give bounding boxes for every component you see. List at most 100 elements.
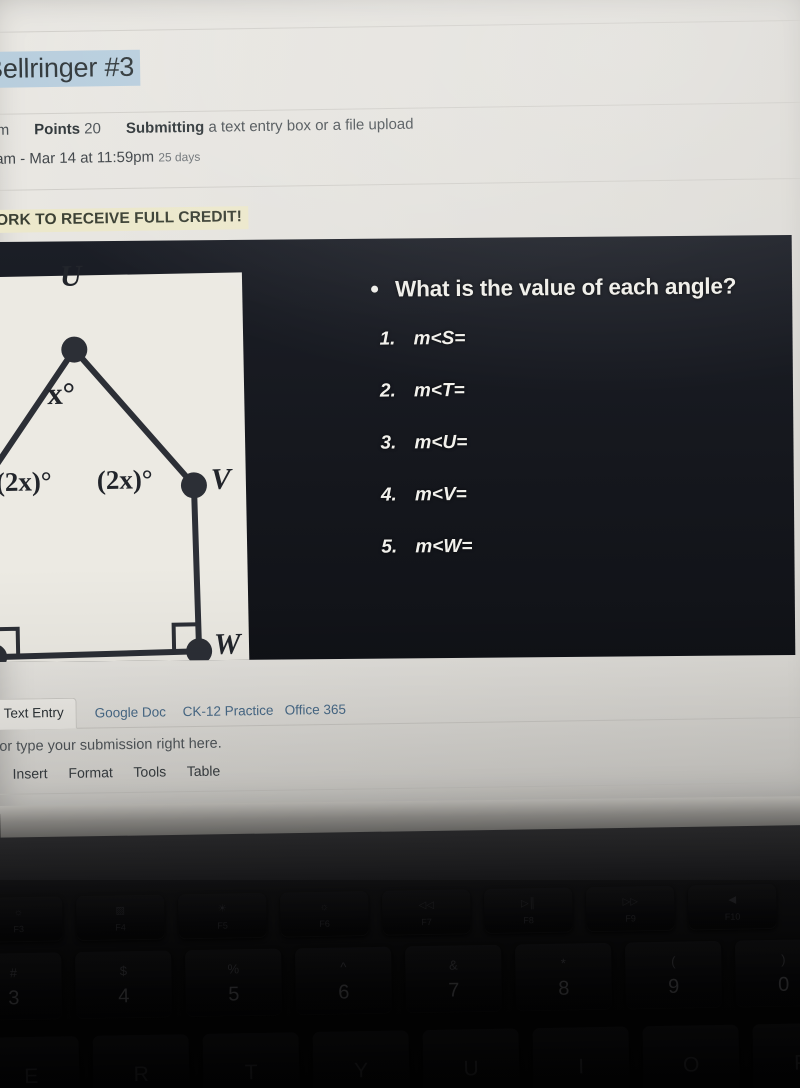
- key-shift-label: ☼: [319, 901, 329, 913]
- available-range-row: 12am - Mar 14 at 11:59pm 25 days: [0, 148, 200, 169]
- keyboard-key-7[interactable]: & 7: [405, 944, 503, 1013]
- key-primary-label: 6: [338, 981, 350, 1004]
- list-item-number: 5.: [381, 536, 398, 558]
- list-item-number: 1.: [379, 328, 396, 350]
- submission-tabstrip: Text Entry Google Doc CK-12 Practice Off…: [0, 684, 800, 731]
- keyboard-key-9[interactable]: (9: [624, 940, 723, 1009]
- key-shift-label: ): [780, 951, 786, 967]
- embedded-slide-image[interactable]: U V W S x° (2x)° (2x)° What is the value…: [0, 235, 796, 663]
- laptop-keyboard: ☼ F3 ▨ F4 ☀ F5 ☼ F6 ◁◁ F7 ▷║ F8 ▷▷ F9 ◀ F10 #3 $4% 5 ^ 6 & 7 *…: [0, 877, 800, 1088]
- points-label: Points: [34, 120, 81, 139]
- keyboard-key-i[interactable]: I: [532, 1026, 630, 1088]
- laptop-photo: › 55 Chapter 6 Bellringer #3 Bellringer …: [0, 0, 800, 1088]
- keyboard-key-f10[interactable]: ◀ F10: [687, 883, 777, 930]
- menu-item-tools[interactable]: Tools: [133, 763, 166, 779]
- slide-question-text: What is the value of each angle?: [394, 273, 737, 302]
- keyboard-key-o[interactable]: O: [642, 1024, 740, 1088]
- list-item-label: m<U=: [414, 431, 468, 454]
- keyboard-key-0[interactable]: ) 0: [734, 938, 800, 1007]
- key-shift-label: ☀: [217, 903, 227, 915]
- key-shift-label: ◀: [728, 894, 737, 906]
- keyboard-key-8[interactable]: * 8: [514, 942, 613, 1011]
- key-primary-label: F3: [13, 924, 24, 935]
- key-shift-label: ▷║: [520, 897, 536, 910]
- key-primary-label: O: [682, 1053, 700, 1077]
- key-primary-label: F4: [115, 922, 126, 933]
- keyboard-key-3[interactable]: #3: [0, 952, 63, 1021]
- key-shift-label: ◁◁: [418, 899, 435, 911]
- key-primary-label: T: [244, 1060, 258, 1085]
- list-item: 5. m<W=: [381, 533, 787, 558]
- tab-text-entry[interactable]: Text Entry: [0, 697, 77, 731]
- divider-under-meta: [0, 177, 800, 192]
- keyboard-key-f4[interactable]: ▨ F4: [76, 894, 165, 941]
- key-primary-label: 8: [558, 977, 570, 1000]
- key-shift-label: %: [227, 961, 240, 977]
- submission-hint: te or type your submission right here.: [0, 735, 222, 756]
- key-primary-label: 0: [777, 973, 790, 996]
- slide-bullet-question: What is the value of each angle?: [365, 273, 785, 303]
- key-primary-label: R: [133, 1062, 149, 1087]
- key-shift-label: ▨: [115, 904, 126, 917]
- submitting-label: Submitting: [125, 118, 205, 137]
- menu-item-insert[interactable]: Insert: [12, 765, 47, 782]
- angle-answer-list: 1. m<S= 2. m<T= 3. m<U= 4. m<V= 5. m<W=: [379, 325, 787, 558]
- key-primary-label: U: [463, 1056, 479, 1081]
- editor-divider: [0, 781, 800, 796]
- tab-office-365[interactable]: Office 365: [272, 696, 358, 726]
- keyboard-key-y[interactable]: Y: [312, 1030, 410, 1088]
- list-item: 1. m<S=: [379, 325, 785, 350]
- keyboard-key-5[interactable]: % 5: [185, 948, 283, 1017]
- breadcrumb[interactable]: › 55 Chapter 6 Bellringer #3: [0, 0, 167, 1]
- list-item: 3. m<U=: [380, 429, 786, 454]
- list-item-number: 2.: [379, 380, 396, 402]
- list-item: 2. m<T=: [380, 377, 786, 402]
- key-primary-label: F9: [625, 913, 636, 924]
- key-primary-label: F6: [319, 918, 330, 929]
- keyboard-key-f3[interactable]: ☼ F3: [0, 896, 63, 942]
- menu-item-format[interactable]: Format: [68, 764, 113, 781]
- edge-V-W: [190, 485, 203, 652]
- keyboard-key-p[interactable]: P: [752, 1022, 800, 1088]
- keyboard-key-6[interactable]: ^ 6: [295, 946, 393, 1015]
- edge-S-W: [0, 648, 200, 661]
- key-shift-label: ☼: [13, 906, 24, 918]
- key-primary-label: F8: [523, 915, 534, 926]
- divider-under-title: [0, 101, 800, 116]
- keyboard-key-r[interactable]: R: [92, 1034, 190, 1088]
- keyboard-key-u[interactable]: U: [422, 1028, 520, 1088]
- keyboard-key-f8[interactable]: ▷║ F8: [484, 887, 573, 934]
- key-shift-label: #: [9, 965, 18, 981]
- key-primary-label: 7: [448, 979, 460, 1002]
- key-primary-label: F7: [421, 916, 432, 928]
- editor-menubar: w Insert Format Tools Table: [0, 762, 237, 782]
- vertex-label-U: U: [59, 259, 82, 293]
- keyboard-key-4[interactable]: $4: [75, 950, 173, 1019]
- keyboard-key-f7[interactable]: ◁◁ F7: [382, 889, 471, 935]
- menu-item-table[interactable]: Table: [187, 763, 221, 779]
- list-item: 4. m<V=: [381, 481, 787, 506]
- keyboard-key-f5[interactable]: ☀ F5: [178, 892, 267, 939]
- available-range: 12am - Mar 14 at 11:59pm: [0, 148, 155, 169]
- slide-question-block: What is the value of each angle? 1. m<S=…: [365, 273, 788, 589]
- tab-google-doc[interactable]: Google Doc: [82, 698, 178, 728]
- points-value: 20: [84, 120, 102, 138]
- submitting-value: a text entry box or a file upload: [208, 115, 414, 136]
- due-time: 9pm: [0, 121, 10, 140]
- key-primary-label: P: [793, 1051, 800, 1075]
- keyboard-key-f6[interactable]: ☼ F6: [280, 891, 369, 937]
- keyboard-key-e[interactable]: E: [0, 1036, 80, 1088]
- key-shift-label: ^: [340, 959, 347, 975]
- angle-label-left: (2x)°: [0, 466, 52, 498]
- key-shift-label: *: [560, 955, 566, 971]
- key-shift-label: &: [448, 957, 458, 973]
- list-item-label: m<W=: [415, 535, 473, 558]
- key-primary-label: F10: [724, 911, 741, 922]
- keyboard-key-t[interactable]: T: [202, 1032, 300, 1088]
- bullet-dot-icon: [371, 285, 379, 293]
- list-item-number: 4.: [380, 484, 397, 506]
- tab-ck12-practice[interactable]: CK-12 Practice: [170, 697, 285, 728]
- keyboard-key-f9[interactable]: ▷▷ F9: [586, 885, 675, 932]
- key-primary-label: F5: [217, 920, 228, 931]
- key-primary-label: 5: [228, 983, 240, 1006]
